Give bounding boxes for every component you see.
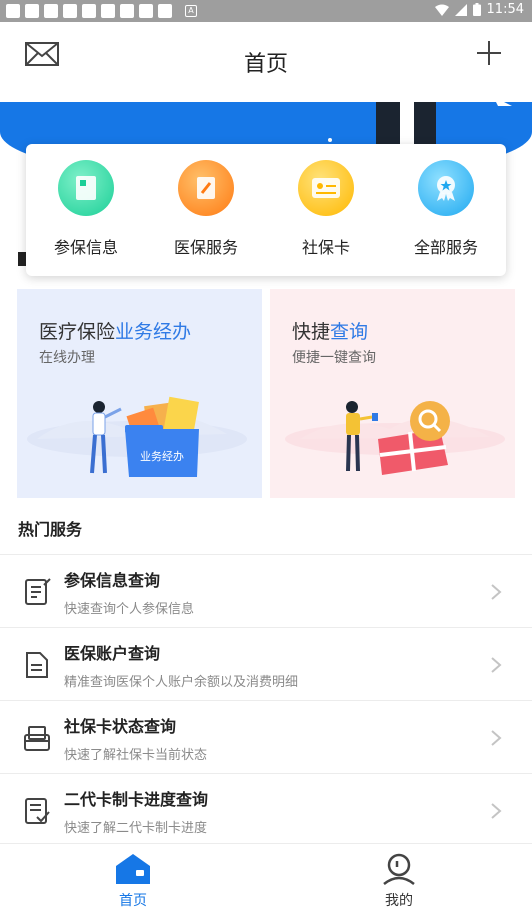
quick-item-label: 社保卡	[301, 238, 350, 257]
notification-icon	[63, 4, 77, 18]
chevron-right-icon	[491, 657, 502, 673]
quick-menu-card: 参保信息 医保服务 社保卡 全部服务	[26, 144, 506, 276]
system-status: 11:54	[434, 2, 524, 17]
section-title-stub	[18, 252, 26, 266]
chevron-right-icon	[491, 730, 502, 746]
notification-icon	[25, 4, 39, 18]
tab-home[interactable]: 首页	[0, 844, 266, 919]
document-icon	[26, 652, 48, 678]
id-card-icon	[298, 160, 354, 216]
notification-icon	[6, 4, 20, 18]
checklist-icon	[25, 578, 51, 605]
chevron-right-icon	[491, 803, 502, 819]
quick-item-social-card[interactable]: 社保卡	[266, 144, 386, 276]
quick-item-insurance-info[interactable]: 参保信息	[26, 144, 146, 276]
chevron-right-icon	[491, 584, 502, 600]
tab-label: 我的	[385, 893, 413, 909]
list-item-title: 医保账户查询	[64, 644, 161, 663]
notification-icon	[101, 4, 115, 18]
plus-icon	[477, 41, 501, 65]
list-item-title: 二代卡制卡进度查询	[64, 790, 209, 809]
notification-icons: A	[6, 4, 197, 18]
list-item-social-card-status[interactable]: 社保卡状态查询 快速了解社保卡当前状态	[0, 700, 532, 773]
query-illustration	[285, 401, 505, 475]
list-item-insurance-query[interactable]: 参保信息查询 快速查询个人参保信息	[0, 554, 532, 627]
wifi-icon	[434, 4, 449, 16]
app-bar: 首页	[0, 22, 532, 102]
home-icon	[116, 854, 150, 884]
list-item-medical-account-query[interactable]: 医保账户查询 精准查询医保个人账户余额以及消费明细	[0, 627, 532, 700]
tab-label: 首页	[119, 893, 147, 909]
notification-icon	[120, 4, 134, 18]
list-item-subtitle: 快速了解社保卡当前状态	[64, 748, 208, 763]
notification-icon	[158, 4, 172, 18]
book-icon	[58, 160, 114, 216]
status-bar: A 11:54	[0, 0, 532, 22]
app-notification-icon: A	[185, 5, 197, 17]
list-item-title: 参保信息查询	[64, 571, 161, 590]
medal-icon	[418, 160, 474, 216]
add-button[interactable]	[474, 38, 504, 68]
clock: 11:54	[486, 2, 524, 17]
quick-item-medical-service[interactable]: 医保服务	[146, 144, 266, 276]
document-check-icon	[25, 798, 50, 824]
notification-icon	[44, 4, 58, 18]
quick-item-label: 全部服务	[413, 238, 478, 257]
list-item-subtitle: 快速查询个人参保信息	[64, 602, 195, 617]
business-illustration: 业务经办	[27, 396, 247, 477]
tab-mine[interactable]: 我的	[266, 844, 532, 919]
pencil-note-icon	[178, 160, 234, 216]
quick-item-label: 医保服务	[173, 238, 238, 257]
card-reader-icon	[24, 726, 50, 751]
promo-quick-query[interactable]: 快捷查询 便捷一键查询	[270, 289, 515, 498]
list-item-subtitle: 快速了解二代卡制卡进度	[64, 821, 208, 836]
notification-icon	[139, 4, 153, 18]
signal-icon	[454, 3, 467, 16]
quick-item-all-services[interactable]: 全部服务	[386, 144, 506, 276]
battery-icon	[472, 3, 481, 16]
list-item-title: 社保卡状态查询	[64, 717, 177, 736]
page-title: 首页	[243, 52, 288, 77]
hot-services-list: 参保信息查询 快速查询个人参保信息 医保账户查询 精准查询医保个人账户余额以及消…	[0, 554, 532, 846]
quick-item-label: 参保信息	[53, 238, 118, 257]
list-item-subtitle: 精准查询医保个人账户余额以及消费明细	[64, 675, 299, 690]
folder-badge: 业务经办	[140, 450, 184, 463]
bottom-tab-bar: 首页 我的	[0, 843, 532, 919]
list-item-card-progress-query[interactable]: 二代卡制卡进度查询 快速了解二代卡制卡进度	[0, 773, 532, 846]
user-icon	[383, 853, 415, 886]
promo-business-handling[interactable]: 医疗保险业务经办 在线办理 业务经办	[17, 289, 262, 498]
notification-icon	[82, 4, 96, 18]
hot-services-title: 热门服务	[18, 520, 83, 539]
